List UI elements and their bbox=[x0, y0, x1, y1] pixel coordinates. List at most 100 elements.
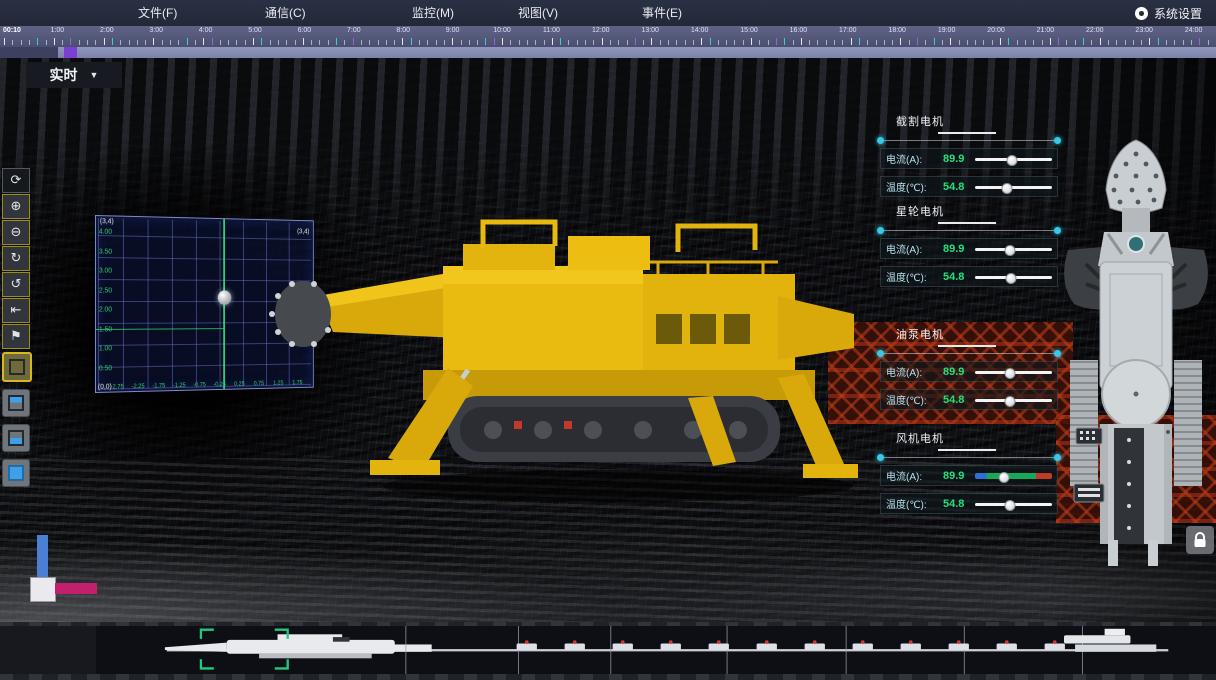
motor-row-slider[interactable] bbox=[975, 394, 1052, 406]
cutting-head-position-marker bbox=[218, 290, 232, 304]
motor-row-value: 54.8 bbox=[943, 181, 975, 193]
x-axis-handle[interactable] bbox=[55, 583, 97, 594]
solid-view-tool[interactable] bbox=[2, 459, 30, 487]
motor-data-row: 温度(℃):54.8 bbox=[880, 493, 1058, 514]
timeline-tick bbox=[942, 40, 943, 45]
timeline-tick bbox=[568, 40, 569, 45]
timeline-tick bbox=[37, 38, 38, 45]
menu-monitor[interactable]: 监控(M) bbox=[402, 0, 464, 26]
timeline-hour-label: 14:00 bbox=[691, 27, 709, 34]
timeline-tick bbox=[1050, 38, 1051, 45]
menu-bar: 文件(F) 通信(C) 监控(M) 视图(V) 事件(E) 系统设置 bbox=[0, 0, 1216, 26]
flag-tool[interactable]: ⚑ bbox=[2, 324, 30, 349]
view-mode-label: 实时 bbox=[50, 65, 78, 85]
motor-row-slider[interactable] bbox=[975, 243, 1052, 255]
timeline-tick bbox=[552, 38, 553, 45]
slider-thumb[interactable] bbox=[1002, 183, 1013, 194]
timeline-tick bbox=[768, 40, 769, 45]
timeline-tick bbox=[378, 40, 379, 45]
slider-track bbox=[975, 186, 1052, 189]
y-axis-handle[interactable] bbox=[37, 535, 48, 581]
step-back-tool[interactable]: ⇤ bbox=[2, 298, 30, 323]
timeline-tick bbox=[842, 40, 843, 45]
lock-button[interactable] bbox=[1186, 526, 1214, 554]
roadheader-machine-3d[interactable] bbox=[258, 218, 858, 528]
train-strip-left-cap bbox=[0, 626, 97, 674]
timeline-tick bbox=[79, 40, 80, 45]
timeline-tick bbox=[203, 38, 204, 45]
motor-panel-rule bbox=[880, 230, 1058, 231]
timeline-ruler[interactable]: 00:10 1:002:003:004:005:006:007:008:009:… bbox=[0, 26, 1216, 47]
conveyor-wagon bbox=[517, 640, 537, 650]
timeline-hour-label: 1:00 bbox=[51, 27, 65, 34]
right-leg bbox=[1148, 540, 1158, 566]
timeline-tick bbox=[228, 40, 229, 45]
wireframe-view-tool[interactable] bbox=[2, 352, 32, 382]
menu-view[interactable]: 视图(V) bbox=[508, 0, 568, 26]
timeline-tick bbox=[270, 40, 271, 45]
timeline-tick bbox=[1125, 40, 1126, 45]
zoom-in-tool[interactable]: ⊕ bbox=[2, 194, 30, 219]
motor-row-slider[interactable] bbox=[975, 366, 1052, 378]
timeline-tick bbox=[95, 40, 96, 45]
motor-row-value: 89.9 bbox=[943, 153, 975, 165]
motor-row-slider[interactable] bbox=[975, 181, 1052, 193]
rotate-cw-tool[interactable]: ↻ bbox=[2, 246, 30, 271]
slider-thumb[interactable] bbox=[1006, 273, 1017, 284]
mining-monitor-app: 文件(F) 通信(C) 监控(M) 视图(V) 事件(E) 系统设置 00:10 1:0… bbox=[0, 0, 1216, 680]
slider-thumb[interactable] bbox=[1004, 368, 1015, 379]
conveyor-wagon bbox=[853, 640, 873, 650]
front-face-view-tool[interactable] bbox=[2, 424, 30, 452]
timeline-tick bbox=[793, 40, 794, 45]
motor-row-value: 89.9 bbox=[943, 366, 975, 378]
gizmo-origin[interactable] bbox=[30, 577, 56, 602]
left-leg bbox=[1108, 540, 1118, 566]
timeline-tick bbox=[104, 38, 105, 45]
motor-row-slider[interactable] bbox=[975, 470, 1052, 482]
motor-row-slider[interactable] bbox=[975, 498, 1052, 510]
roadheader-silhouette bbox=[165, 634, 432, 658]
slider-thumb[interactable] bbox=[1006, 155, 1017, 166]
motor-row-slider[interactable] bbox=[975, 153, 1052, 165]
timeline-tick bbox=[510, 40, 511, 45]
menu-event[interactable]: 事件(E) bbox=[632, 0, 692, 26]
timeline-hour-label: 5:00 bbox=[248, 27, 262, 34]
motor-row-slider[interactable] bbox=[975, 271, 1052, 283]
rotate-ccw-tool[interactable]: ↺ bbox=[2, 272, 30, 297]
timeline-tick bbox=[884, 40, 885, 45]
top-face-view-tool[interactable] bbox=[2, 389, 30, 417]
timeline-hour-label: 17:00 bbox=[839, 27, 857, 34]
timeline-position-marker[interactable] bbox=[64, 47, 77, 58]
conveyor-wagon bbox=[757, 640, 777, 650]
timeline-tick bbox=[1033, 40, 1034, 45]
view-mode-dropdown[interactable]: 实时 ▼ bbox=[26, 62, 122, 88]
timeline-tick bbox=[336, 38, 337, 45]
motor-data-row: 电流(A):89.9 bbox=[880, 148, 1058, 169]
timeline-tick bbox=[54, 38, 55, 45]
chevron-down-icon: ▼ bbox=[90, 70, 99, 80]
motor-panel-3: 油泵电机电流(A):89.9温度(℃):54.8 bbox=[880, 326, 1058, 410]
timeline-tick bbox=[1208, 40, 1209, 45]
timeline-tick bbox=[469, 40, 470, 45]
orbit-tool[interactable]: ⟳ bbox=[2, 168, 30, 193]
left-track bbox=[1070, 360, 1098, 486]
slider-thumb[interactable] bbox=[1004, 500, 1015, 511]
menu-communication[interactable]: 通信(C) bbox=[255, 0, 316, 26]
render-mode-toolbar bbox=[2, 352, 32, 487]
slider-thumb[interactable] bbox=[1004, 245, 1015, 256]
train-overview-panel[interactable] bbox=[96, 626, 1216, 674]
motor-panel-title: 星轮电机 bbox=[896, 203, 1058, 219]
timeline-tick bbox=[1183, 40, 1184, 45]
zoom-out-tool[interactable]: ⊖ bbox=[2, 220, 30, 245]
timeline-scrollbar[interactable] bbox=[0, 47, 1216, 58]
timeline-tick bbox=[195, 40, 196, 45]
timeline-tick bbox=[1166, 40, 1167, 45]
slider-thumb[interactable] bbox=[1005, 396, 1016, 407]
system-settings-button[interactable]: 系统设置 bbox=[1135, 0, 1202, 26]
slider-thumb[interactable] bbox=[999, 472, 1010, 483]
menu-file[interactable]: 文件(F) bbox=[128, 0, 187, 26]
cutting-head bbox=[275, 281, 331, 347]
solid-view-tool-icon bbox=[8, 465, 24, 481]
timeline-tick bbox=[245, 40, 246, 45]
motor-title-underline bbox=[938, 132, 996, 134]
